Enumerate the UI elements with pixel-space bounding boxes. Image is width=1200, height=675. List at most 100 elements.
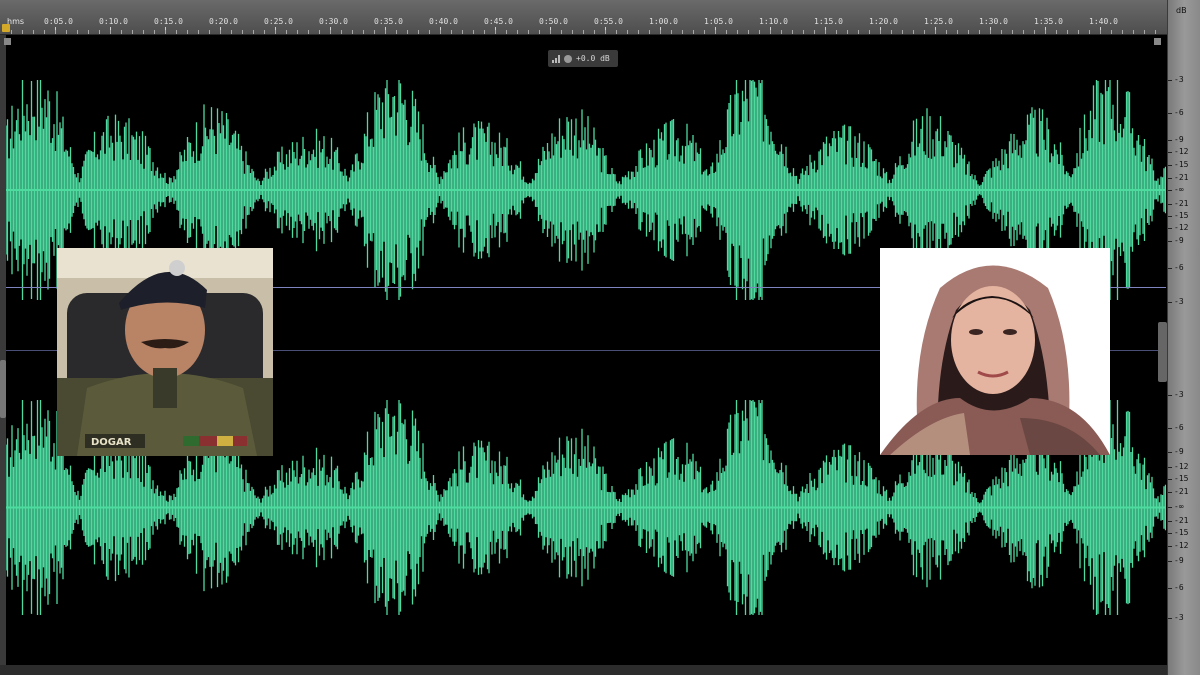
ruler-minor-tick bbox=[946, 30, 947, 34]
time-ruler[interactable]: hms 0:05.0 0:10.0 0:15.0 0:20.0 0:25.0 0:30.0… bbox=[0, 0, 1167, 35]
ruler-minor-tick bbox=[693, 30, 694, 34]
playhead-marker-icon[interactable] bbox=[2, 24, 10, 32]
ruler-minor-tick bbox=[33, 30, 34, 34]
ruler-minor-tick bbox=[198, 30, 199, 34]
db-tick bbox=[1168, 618, 1172, 619]
ruler-minor-tick bbox=[671, 30, 672, 34]
db-tick bbox=[1168, 546, 1172, 547]
speaker-photo-left: DOGAR bbox=[57, 248, 273, 456]
ruler-minor-tick bbox=[704, 30, 705, 34]
db-tick bbox=[1168, 507, 1172, 508]
ruler-minor-tick bbox=[1045, 30, 1046, 34]
db-tick bbox=[1168, 268, 1172, 269]
db-label: -6 bbox=[1174, 423, 1184, 432]
ruler-minor-tick bbox=[429, 30, 430, 34]
db-tick bbox=[1168, 302, 1172, 303]
db-tick bbox=[1168, 241, 1172, 242]
ruler-minor-tick bbox=[1155, 30, 1156, 34]
volume-hud[interactable]: +0.0 dB bbox=[548, 50, 618, 67]
ruler-time-label: 1:40.0 bbox=[1089, 17, 1118, 26]
ruler-minor-tick bbox=[55, 30, 56, 34]
zoom-handle-right-icon[interactable] bbox=[1154, 38, 1161, 45]
ruler-minor-tick bbox=[924, 30, 925, 34]
ruler-minor-tick bbox=[451, 30, 452, 34]
ruler-time-label: 1:15.0 bbox=[814, 17, 843, 26]
ruler-minor-tick bbox=[363, 30, 364, 34]
db-tick bbox=[1168, 588, 1172, 589]
ruler-minor-tick bbox=[957, 30, 958, 34]
db-unit-label: dB bbox=[1176, 6, 1187, 15]
vertical-scroll-thumb[interactable] bbox=[1158, 322, 1167, 382]
ruler-minor-tick bbox=[660, 30, 661, 34]
ruler-minor-tick bbox=[506, 30, 507, 34]
ruler-time-label: 0:55.0 bbox=[594, 17, 623, 26]
zoom-handle-left-icon[interactable] bbox=[4, 38, 11, 45]
ruler-time-label: 0:50.0 bbox=[539, 17, 568, 26]
ruler-minor-tick bbox=[935, 30, 936, 34]
ruler-time-label: 1:35.0 bbox=[1034, 17, 1063, 26]
ruler-time-label: 0:20.0 bbox=[209, 17, 238, 26]
db-label: -6 bbox=[1174, 263, 1184, 272]
ruler-minor-tick bbox=[77, 30, 78, 34]
ruler-minor-tick bbox=[1111, 30, 1112, 34]
db-tick bbox=[1168, 80, 1172, 81]
ruler-minor-tick bbox=[121, 30, 122, 34]
ruler-minor-tick bbox=[242, 30, 243, 34]
volume-value: +0.0 dB bbox=[576, 54, 610, 63]
level-bars-icon bbox=[552, 54, 560, 63]
ruler-minor-tick bbox=[1034, 30, 1035, 34]
db-label: -12 bbox=[1174, 462, 1189, 471]
ruler-minor-tick bbox=[781, 30, 782, 34]
ruler-minor-tick bbox=[803, 30, 804, 34]
ruler-minor-tick bbox=[869, 30, 870, 34]
ruler-minor-tick bbox=[1067, 30, 1068, 34]
ruler-minor-tick bbox=[561, 30, 562, 34]
ruler-minor-tick bbox=[88, 30, 89, 34]
ruler-minor-tick bbox=[825, 30, 826, 34]
ruler-minor-tick bbox=[1078, 30, 1079, 34]
ruler-time-label: 1:25.0 bbox=[924, 17, 953, 26]
db-ruler: dB -3 -6 -9 -12 -15 -21 -∞ -21 -15 -12 -9 -6 -3 -3 -6 -… bbox=[1167, 0, 1200, 675]
db-tick bbox=[1168, 178, 1172, 179]
db-tick bbox=[1168, 479, 1172, 480]
db-label: -21 bbox=[1174, 199, 1189, 208]
db-tick bbox=[1168, 140, 1172, 141]
ruler-minor-tick bbox=[66, 30, 67, 34]
ruler-minor-tick bbox=[627, 30, 628, 34]
ruler-minor-tick bbox=[187, 30, 188, 34]
ruler-minor-tick bbox=[528, 30, 529, 34]
db-label: -12 bbox=[1174, 541, 1189, 550]
horizontal-scrollbar[interactable] bbox=[0, 665, 1167, 675]
db-label: -15 bbox=[1174, 211, 1189, 220]
ruler-minor-tick bbox=[1100, 30, 1101, 34]
db-label: -3 bbox=[1174, 297, 1184, 306]
officer-portrait-image: DOGAR bbox=[57, 248, 273, 456]
db-tick bbox=[1168, 452, 1172, 453]
ruler-minor-tick bbox=[880, 30, 881, 34]
ruler-time-label: 0:35.0 bbox=[374, 17, 403, 26]
speaker-photo-right bbox=[880, 248, 1110, 455]
volume-knob-icon[interactable] bbox=[564, 54, 572, 63]
ruler-minor-tick bbox=[253, 30, 254, 34]
ruler-minor-tick bbox=[792, 30, 793, 34]
ruler-minor-tick bbox=[1122, 30, 1123, 34]
ruler-time-label: 1:05.0 bbox=[704, 17, 733, 26]
db-tick bbox=[1168, 395, 1172, 396]
db-label: -3 bbox=[1174, 390, 1184, 399]
ruler-time-label: 0:05.0 bbox=[44, 17, 73, 26]
ruler-minor-tick bbox=[990, 30, 991, 34]
db-label: -9 bbox=[1174, 556, 1184, 565]
ruler-minor-tick bbox=[913, 30, 914, 34]
ruler-minor-tick bbox=[385, 30, 386, 34]
ruler-minor-tick bbox=[418, 30, 419, 34]
ruler-time-label: 1:00.0 bbox=[649, 17, 678, 26]
db-tick bbox=[1168, 533, 1172, 534]
ruler-minor-tick bbox=[847, 30, 848, 34]
ruler-minor-tick bbox=[1144, 30, 1145, 34]
ruler-time-label: 0:40.0 bbox=[429, 17, 458, 26]
db-tick bbox=[1168, 216, 1172, 217]
db-label: -6 bbox=[1174, 583, 1184, 592]
ruler-minor-tick bbox=[319, 30, 320, 34]
ruler-minor-tick bbox=[341, 30, 342, 34]
ruler-minor-tick bbox=[1133, 30, 1134, 34]
